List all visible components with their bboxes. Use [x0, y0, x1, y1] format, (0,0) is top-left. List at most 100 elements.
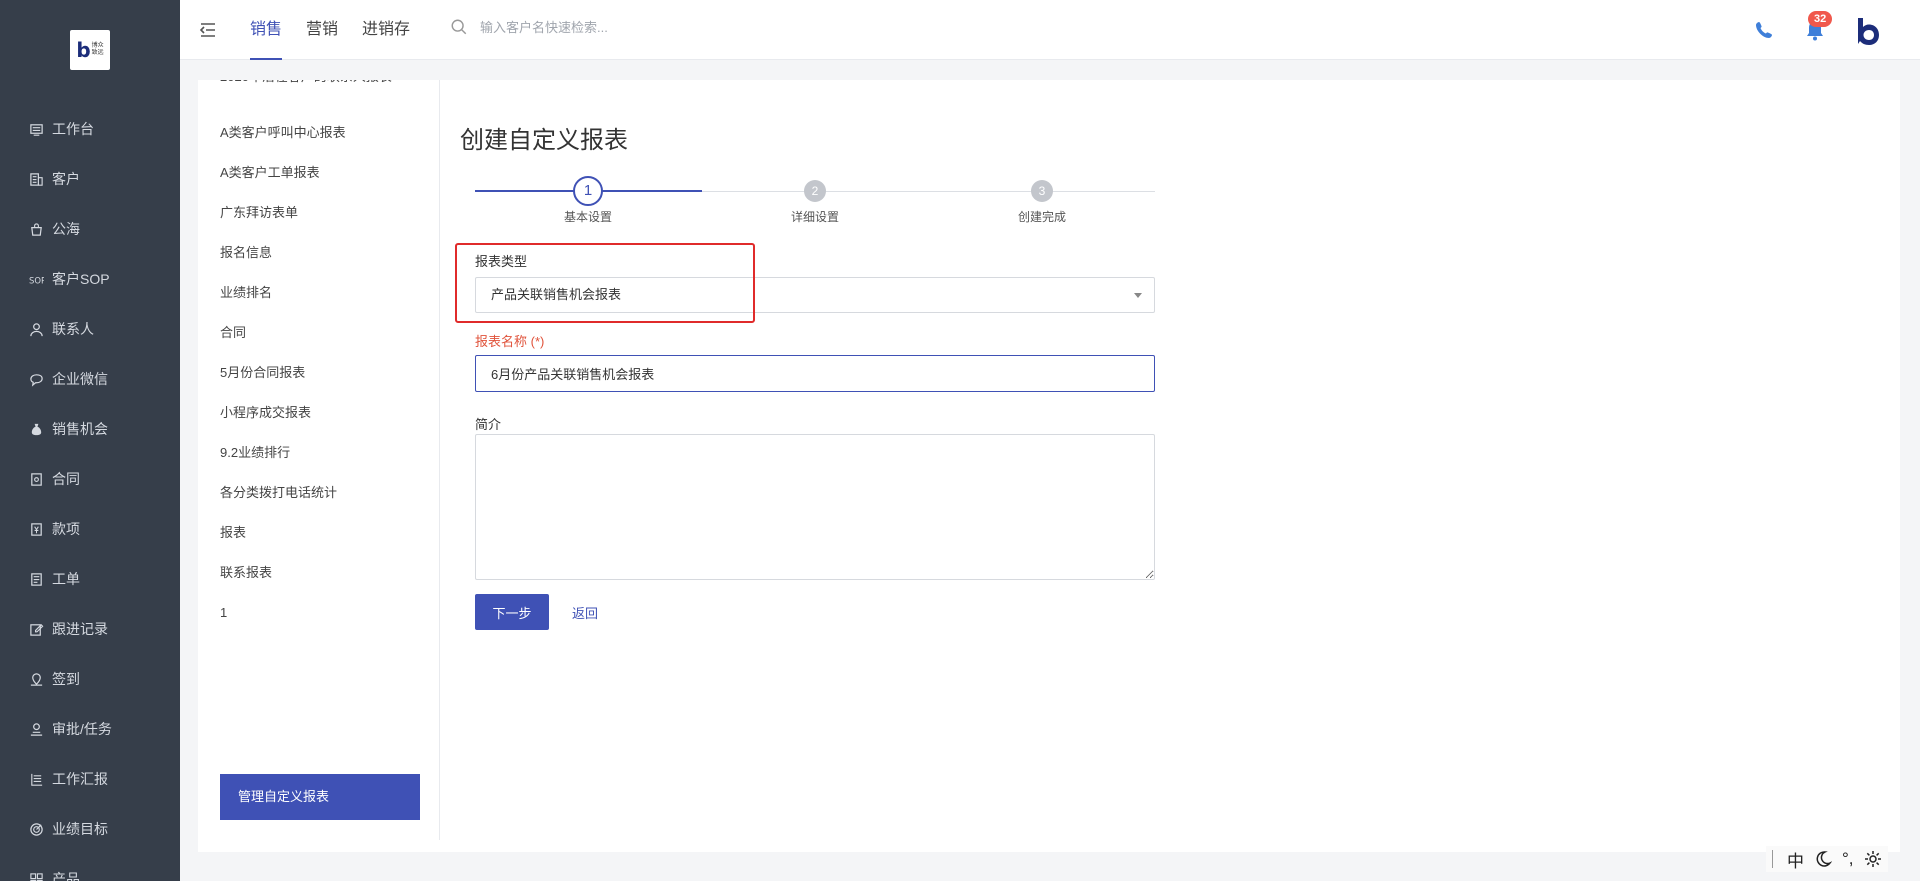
user-avatar[interactable]: [1854, 16, 1882, 46]
ime-punctuation[interactable]: °,: [1842, 849, 1854, 869]
step-1-label: 基本设置: [563, 210, 612, 224]
report-list-item[interactable]: A类客户呼叫中心报表: [220, 122, 420, 143]
sidebar-item-7[interactable]: 合同: [0, 454, 180, 504]
ticket-icon: [28, 571, 44, 587]
contract-icon: [28, 471, 44, 487]
report-list-item-manage[interactable]: 管理自定义报表: [220, 774, 420, 820]
report-list-item[interactable]: 5月份合同报表: [220, 362, 420, 383]
tab-marketing[interactable]: 营销: [306, 0, 338, 60]
report-name-input[interactable]: [475, 355, 1155, 392]
payment-icon: [28, 521, 44, 537]
money-bag-icon: [28, 421, 44, 437]
search-icon: [451, 19, 467, 35]
edit-icon: [28, 621, 44, 637]
grid-icon: [28, 871, 44, 881]
step-indicator: 1 基本设置 2 详细设置 3 创建完成: [475, 176, 1155, 230]
sidebar-item-label: 企业微信: [52, 371, 108, 387]
report-list-item[interactable]: A类客户工单报表: [220, 162, 420, 183]
bag-icon: [28, 221, 44, 237]
customer-search: [450, 18, 740, 36]
location-icon: [28, 671, 44, 687]
report-list-item[interactable]: 广东拜访表单: [220, 202, 420, 223]
tab-inventory[interactable]: 进销存: [362, 0, 410, 60]
left-sidebar: b 博众致远 工作台客户公海 SOP 客户SOP 联系人企业微信销售机会合同款项工单跟…: [0, 0, 180, 881]
sop-icon: SOP: [28, 271, 44, 287]
sidebar-item-10[interactable]: 跟进记录: [0, 604, 180, 654]
phone-icon[interactable]: [1754, 20, 1774, 40]
sidebar-item-label: 工作台: [52, 121, 94, 137]
sidebar-item-13[interactable]: 工作汇报: [0, 754, 180, 804]
sidebar-item-14[interactable]: 业绩目标: [0, 804, 180, 854]
sidebar-item-5[interactable]: 企业微信: [0, 354, 180, 404]
sidebar-item-label: 销售机会: [52, 421, 108, 437]
building-icon: [28, 171, 44, 187]
report-list: 2020年潜在客户的联系人报表 A类客户呼叫中心报表 A类客户工单报表广东拜访表单报…: [198, 80, 440, 840]
report-list-item[interactable]: 1: [220, 602, 420, 623]
back-link[interactable]: 返回: [572, 603, 598, 622]
step-2-label: 详细设置: [790, 210, 839, 224]
sidebar-item-0[interactable]: 工作台: [0, 104, 180, 154]
settings-gear-icon[interactable]: [1864, 850, 1882, 868]
step-3: 3 创建完成: [1002, 180, 1082, 225]
report-list-item[interactable]: 业绩排名: [220, 282, 420, 303]
sidebar-item-label: 客户SOP: [52, 271, 110, 287]
sidebar-item-6[interactable]: 销售机会: [0, 404, 180, 454]
sidebar-item-label: 公海: [52, 221, 80, 237]
step-progress-todo: [702, 191, 1155, 192]
menu-collapse-icon[interactable]: [198, 20, 218, 40]
step-1: 1 基本设置: [548, 176, 628, 225]
top-header: 销售 营销 进销存 32: [180, 0, 1920, 60]
sidebar-item-label: 款项: [52, 521, 80, 537]
report-icon: [28, 771, 44, 787]
sidebar-item-8[interactable]: 款项: [0, 504, 180, 554]
moon-icon[interactable]: [1814, 850, 1832, 868]
sidebar-item-label: 合同: [52, 471, 80, 487]
target-icon: [28, 821, 44, 837]
ime-divider: [1772, 850, 1773, 868]
notification-badge: 32: [1808, 11, 1833, 27]
report-list-item[interactable]: 联系报表: [220, 562, 420, 583]
sidebar-item-label: 联系人: [52, 321, 94, 337]
sidebar-item-12[interactable]: 审批/任务: [0, 704, 180, 754]
sidebar-item-11[interactable]: 签到: [0, 654, 180, 704]
page-title: 创建自定义报表: [460, 127, 628, 154]
report-list-item[interactable]: 合同: [220, 322, 420, 343]
sidebar-item-3[interactable]: SOP 客户SOP: [0, 254, 180, 304]
sidebar-item-label: 业绩目标: [52, 821, 108, 837]
sidebar-item-2[interactable]: 公海: [0, 204, 180, 254]
report-type-value: 产品关联销售机会报表: [491, 287, 622, 302]
sidebar-item-label: 客户: [52, 171, 80, 187]
sidebar-item-label: 审批/任务: [52, 721, 112, 737]
report-type-select[interactable]: 产品关联销售机会报表: [475, 277, 1155, 313]
intro-label: 简介: [475, 417, 502, 432]
sidebar-item-15[interactable]: 产品: [0, 854, 180, 881]
person-icon: [28, 321, 44, 337]
customer-search-input[interactable]: [480, 19, 740, 35]
report-list-item[interactable]: 小程序成交报表: [220, 402, 420, 423]
report-list-item[interactable]: 报表: [220, 522, 420, 543]
report-list-item[interactable]: 报名信息: [220, 242, 420, 263]
create-report-form: 创建自定义报表 1 基本设置 2 详细设置 3 创建完成 报表类型 产品关联销售…: [440, 80, 1900, 840]
approval-icon: [28, 721, 44, 737]
sidebar-item-label: 工作汇报: [52, 771, 108, 787]
next-step-button[interactable]: 下一步: [475, 594, 549, 630]
sidebar-item-label: 产品: [52, 871, 80, 881]
module-tabs: 销售 营销 进销存: [250, 0, 434, 60]
report-list-item[interactable]: 2020年潜在客户的联系人报表: [220, 80, 420, 87]
brand-logo[interactable]: b 博众 致远: [70, 30, 110, 70]
report-list-item[interactable]: 各分类拨打电话统计: [220, 482, 420, 503]
ime-language[interactable]: 中: [1787, 847, 1804, 872]
step-3-number: 3: [1031, 180, 1053, 202]
sidebar-nav: 工作台客户公海 SOP 客户SOP 联系人企业微信销售机会合同款项工单跟进记录签到审批…: [0, 104, 180, 881]
sidebar-item-9[interactable]: 工单: [0, 554, 180, 604]
brand-logo-text: 博众 致远: [91, 43, 104, 56]
step-2-number: 2: [804, 180, 826, 202]
sidebar-item-1[interactable]: 客户: [0, 154, 180, 204]
content-panel: 2020年潜在客户的联系人报表 A类客户呼叫中心报表 A类客户工单报表广东拜访表单报…: [198, 80, 1900, 852]
sidebar-item-label: 签到: [52, 671, 80, 687]
sidebar-item-label: 跟进记录: [52, 621, 108, 637]
report-list-item[interactable]: 9.2业绩排行: [220, 442, 420, 463]
tab-sales[interactable]: 销售: [250, 0, 283, 60]
intro-textarea[interactable]: [475, 434, 1155, 580]
sidebar-item-4[interactable]: 联系人: [0, 304, 180, 354]
